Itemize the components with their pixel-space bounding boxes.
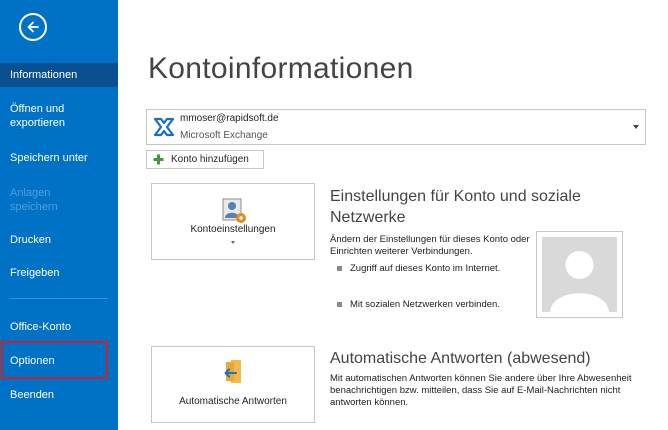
- plus-icon: [153, 154, 164, 165]
- account-selector[interactable]: mmoser@rapidsoft.de Microsoft Exchange: [146, 109, 646, 145]
- sidebar-item-label: Informationen: [10, 69, 78, 81]
- back-button[interactable]: [19, 13, 47, 41]
- auto-replies-description: Mit automatischen Antworten können Sie a…: [330, 373, 632, 408]
- back-arrow-icon: [27, 21, 39, 33]
- backstage-sidebar: Informationen Öffnen und exportieren Spe…: [0, 0, 118, 430]
- account-settings-tile-label: Kontoeinstellungen: [190, 224, 276, 235]
- auto-replies-tile[interactable]: Automatische Antworten: [151, 346, 315, 423]
- bullet-square-icon: [337, 265, 342, 271]
- bullet-social-networks: Mit sozialen Netzwerken verbinden.: [337, 299, 500, 310]
- sidebar-item-label: Optionen: [10, 355, 55, 367]
- sidebar-item-oeffnen-exportieren[interactable]: Öffnen und exportieren: [0, 102, 95, 130]
- bullet-web-access: Zugriff auf dieses Konto im Internet.: [337, 263, 500, 274]
- sidebar-item-label: Office-Konto: [10, 321, 71, 333]
- account-type: Microsoft Exchange: [180, 130, 268, 141]
- sidebar-item-freigeben[interactable]: Freigeben: [0, 266, 118, 280]
- account-settings-description: Ändern der Einstellungen für dieses Kont…: [330, 234, 530, 257]
- sidebar-item-office-konto[interactable]: Office-Konto: [0, 320, 118, 334]
- auto-reply-icon: [224, 360, 241, 383]
- sidebar-item-label: Speichern unter: [10, 152, 88, 164]
- sidebar-item-label: Freigeben: [10, 267, 60, 279]
- profile-picture[interactable]: [536, 231, 623, 318]
- chevron-down-icon: [231, 241, 235, 244]
- sidebar-item-speichern-unter[interactable]: Speichern unter: [0, 151, 118, 165]
- account-email: mmoser@rapidsoft.de: [180, 113, 279, 124]
- exchange-icon: [153, 117, 175, 137]
- account-settings-heading: Einstellungen für Konto und soziale Netz…: [330, 188, 581, 226]
- sidebar-item-label: Anlagen speichern: [10, 187, 58, 213]
- chevron-down-icon: [633, 125, 639, 129]
- sidebar-item-informationen[interactable]: Informationen: [0, 63, 118, 87]
- page-title: Kontoinformationen: [148, 52, 414, 85]
- sidebar-item-label: Drucken: [10, 234, 51, 246]
- account-settings-icon: [222, 198, 246, 223]
- sidebar-item-drucken[interactable]: Drucken: [0, 233, 118, 247]
- sidebar-item-optionen[interactable]: Optionen: [0, 354, 118, 368]
- sidebar-item-label: Beenden: [10, 389, 55, 401]
- person-silhouette-icon: [550, 251, 609, 312]
- account-settings-tile[interactable]: Kontoeinstellungen: [151, 183, 315, 260]
- sidebar-divider: [10, 298, 108, 299]
- sidebar-item-beenden[interactable]: Beenden: [0, 388, 118, 402]
- sidebar-item-label: Öffnen und exportieren: [10, 103, 66, 129]
- sidebar-item-anlagen-speichern: Anlagen speichern: [0, 186, 80, 214]
- add-account-label: Konto hinzufügen: [171, 154, 249, 165]
- auto-replies-tile-label: Automatische Antworten: [179, 396, 287, 407]
- auto-replies-heading: Automatische Antworten (abwesend): [330, 350, 591, 367]
- add-account-button[interactable]: Konto hinzufügen: [146, 150, 264, 169]
- bullet-square-icon: [337, 301, 342, 307]
